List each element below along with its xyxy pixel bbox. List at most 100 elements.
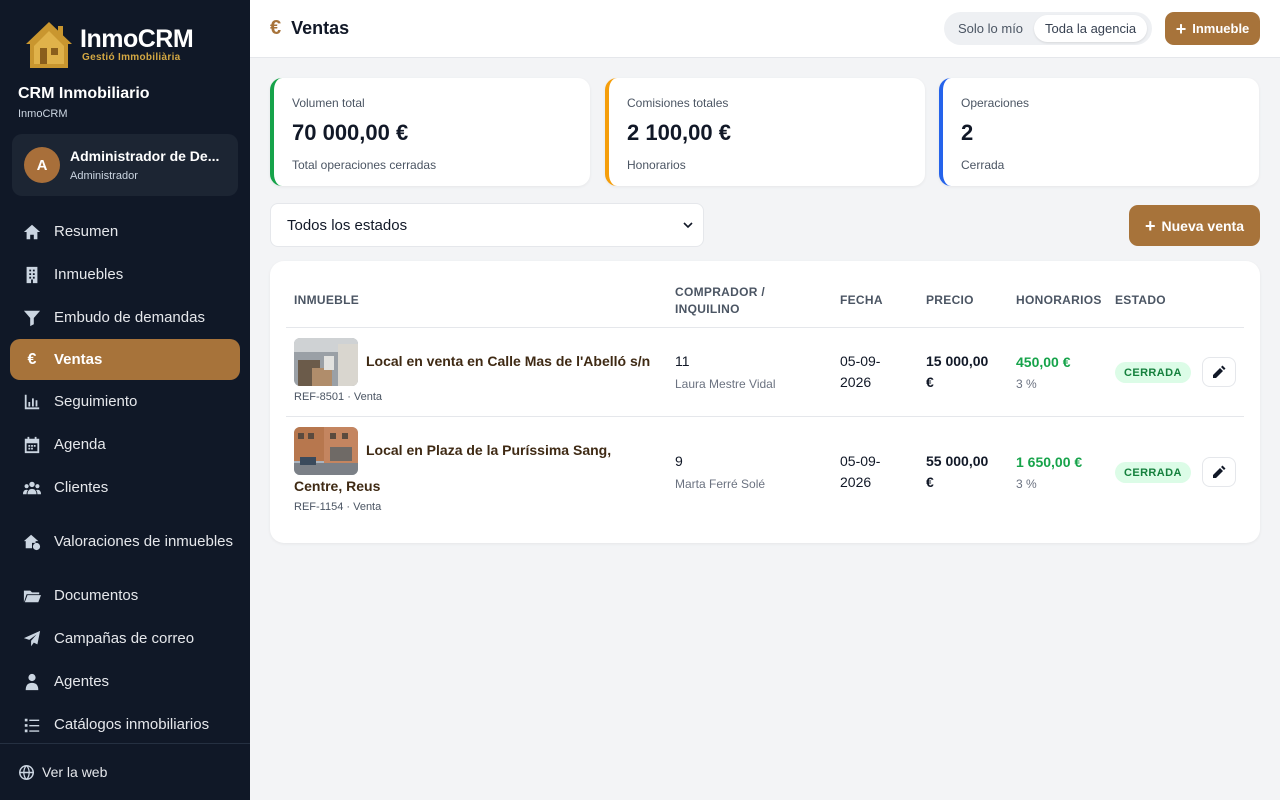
sale-date: 05-09- 2026	[840, 451, 880, 493]
sidebar-item-agenda[interactable]: Agenda	[10, 423, 240, 466]
sale-price-line1: 15 000,00	[926, 353, 989, 369]
sidebar-item-label: Seguimiento	[54, 393, 138, 410]
sidebar-item-label: Campañas de correo	[54, 630, 195, 647]
sale-price: 15 000,00 €	[926, 351, 988, 393]
sidebar-item-label: Documentos	[54, 587, 139, 604]
sales-table: INMUEBLE COMPRADOR / INQUILINO FECHA PRE…	[270, 261, 1260, 543]
divider	[286, 416, 1244, 417]
sidebar-item-label: Agentes	[54, 673, 110, 690]
stat-label: Comisiones totales	[627, 96, 729, 110]
col-header-buyer: COMPRADOR / INQUILINO	[675, 284, 765, 318]
sidebar-item-campanas[interactable]: Campañas de correo	[10, 617, 240, 660]
stat-sub: Honorarios	[627, 158, 686, 172]
page-title: € Ventas	[270, 17, 349, 40]
property-ref: REF-8501 · Venta	[294, 391, 383, 403]
globe-icon	[19, 764, 34, 780]
sidebar-item-catalogos[interactable]: Catálogos inmobiliarios	[10, 703, 240, 746]
scope-toggle: Solo lo mío Toda la agencia	[944, 12, 1152, 45]
brand-name: InmoCRM	[80, 24, 194, 53]
sale-price-line2: €	[926, 474, 934, 490]
sale-date-line2: 2026	[840, 374, 872, 390]
property-title[interactable]: Local en Plaza de la Puríssima Sang,	[366, 442, 611, 458]
org-subtitle: InmoCRM	[18, 108, 68, 120]
new-sale-button[interactable]: + Nueva venta	[1129, 205, 1260, 246]
user-card[interactable]: A Administrador de De... Administrador	[12, 134, 238, 196]
fee-amount: 1 650,00 €	[1016, 454, 1083, 470]
stat-value: 2	[961, 120, 974, 145]
fee-percent: 3 %	[1016, 377, 1037, 391]
sidebar-item-label: Ventas	[54, 351, 103, 368]
sidebar-item-resumen[interactable]: Resumen	[10, 210, 240, 253]
folder-icon	[22, 586, 42, 606]
view-website-link[interactable]: Ver la web	[0, 743, 250, 800]
col-header-date: FECHA	[840, 293, 883, 307]
sidebar-item-ventas[interactable]: € Ventas	[10, 339, 240, 380]
sidebar-item-embudo[interactable]: Embudo de demandas	[10, 296, 240, 339]
status-filter-select[interactable]: Todos los estados	[270, 203, 704, 247]
sidebar-item-seguimiento[interactable]: Seguimiento	[10, 380, 240, 423]
buyer-name: Marta Ferré Solé	[675, 477, 766, 491]
send-icon	[22, 629, 42, 649]
sidebar-item-agentes[interactable]: Agentes	[10, 660, 240, 703]
sidebar-item-valoraciones[interactable]: Valoraciones de inmuebles	[10, 509, 240, 574]
stat-card-volume: Volumen total 70 000,00 € Total operacio…	[270, 78, 590, 186]
sidebar-item-clientes[interactable]: Clientes	[10, 466, 240, 509]
brand-tagline: Gestió Immobiliària	[82, 51, 181, 63]
avatar: A	[24, 147, 60, 183]
funnel-icon	[22, 308, 42, 328]
col-header-buyer-line1: COMPRADOR /	[675, 285, 765, 299]
stat-label: Volumen total	[292, 96, 365, 110]
plus-icon: +	[1175, 18, 1187, 39]
page-title-text: Ventas	[291, 18, 350, 38]
stat-card-operations: Operaciones 2 Cerrada	[939, 78, 1259, 186]
calendar-icon	[22, 435, 42, 455]
sidebar-item-label: Agenda	[54, 436, 106, 453]
status-badge: CERRADA	[1115, 462, 1191, 483]
top-header: € Ventas Solo lo mío Toda la agencia + I…	[250, 0, 1280, 58]
euro-icon: €	[270, 17, 282, 39]
col-header-buyer-line2: INQUILINO	[675, 302, 740, 316]
add-property-button[interactable]: + Inmueble	[1165, 12, 1260, 45]
user-role: Administrador	[70, 170, 138, 182]
property-title-cont[interactable]: Centre, Reus	[294, 478, 380, 494]
brand-logo[interactable]: InmoCRM Gestió Immobiliària	[20, 18, 194, 72]
fee-percent: 3 %	[1016, 477, 1037, 491]
sidebar-item-inmuebles[interactable]: Inmuebles	[10, 253, 240, 296]
sale-price-line2: €	[926, 374, 934, 390]
sidebar-item-label: Valoraciones de inmuebles	[54, 533, 233, 550]
user-tie-icon	[22, 672, 42, 692]
scope-mine-option[interactable]: Solo lo mío	[947, 15, 1034, 42]
col-header-price: PRECIO	[926, 293, 974, 307]
chart-icon	[22, 392, 42, 412]
euro-icon: €	[27, 350, 37, 368]
property-thumbnail	[294, 338, 358, 386]
property-title[interactable]: Local en venta en Calle Mas de l'Abelló …	[366, 353, 650, 369]
status-filter-value: Todos los estados	[287, 216, 408, 234]
edit-button[interactable]	[1202, 357, 1236, 387]
add-property-label: Inmueble	[1192, 21, 1250, 36]
new-sale-label: Nueva venta	[1161, 217, 1244, 234]
stat-label: Operaciones	[961, 96, 1030, 110]
sidebar-item-documentos[interactable]: Documentos	[10, 574, 240, 617]
stat-sub: Cerrada	[961, 158, 1005, 172]
stat-card-commissions: Comisiones totales 2 100,00 € Honorarios	[605, 78, 925, 186]
sidebar-item-label: Clientes	[54, 479, 109, 496]
sidebar-item-label: Inmuebles	[54, 266, 124, 283]
edit-button[interactable]	[1202, 457, 1236, 487]
sale-price-line1: 55 000,00	[926, 453, 989, 469]
buyer-id: 9	[675, 453, 683, 469]
buyer-name: Laura Mestre Vidal	[675, 377, 776, 391]
sidebar-nav: Resumen Inmuebles Embudo de demandas € V…	[10, 210, 240, 746]
sale-date-line2: 2026	[840, 474, 872, 490]
col-header-fees: HONORARIOS	[1016, 293, 1102, 307]
sidebar-item-label: Catálogos inmobiliarios	[54, 716, 210, 733]
sale-date-line1: 05-09-	[840, 453, 881, 469]
sidebar-item-label: Embudo de demandas	[54, 309, 205, 326]
view-website-label: Ver la web	[42, 764, 108, 780]
home-icon	[22, 222, 42, 242]
buyer-id: 11	[675, 353, 690, 369]
scope-agency-option[interactable]: Toda la agencia	[1034, 15, 1148, 42]
org-title: CRM Inmobiliario	[18, 85, 150, 102]
user-name: Administrador de De...	[70, 148, 220, 164]
property-ref: REF-1154 · Venta	[294, 501, 382, 513]
